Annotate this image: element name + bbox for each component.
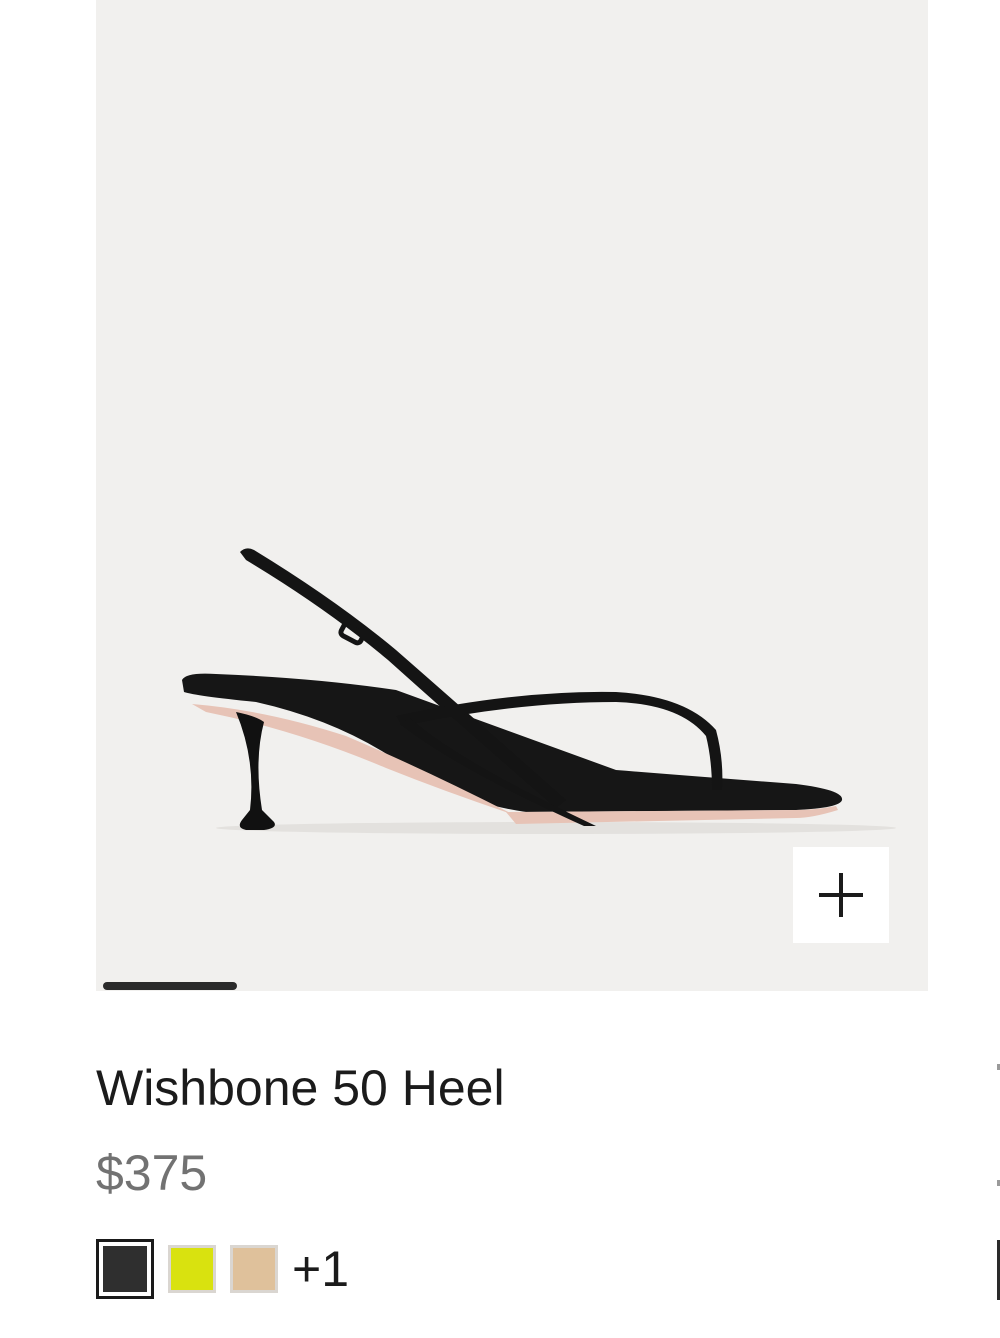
next-product-card-edge[interactable] bbox=[994, 1050, 1000, 1333]
product-image[interactable] bbox=[96, 0, 928, 991]
product-price: $375 bbox=[96, 1145, 208, 1201]
color-swatches: +1 bbox=[96, 1238, 349, 1300]
swatch-tan[interactable] bbox=[230, 1245, 278, 1293]
product-card[interactable]: Wishbone 50 Heel $375 +1 bbox=[96, 0, 928, 1333]
plus-icon bbox=[819, 873, 863, 917]
carousel-progress-fill bbox=[103, 982, 238, 990]
product-title[interactable]: Wishbone 50 Heel bbox=[96, 1056, 505, 1120]
carousel-progress bbox=[103, 981, 923, 991]
more-colors-link[interactable]: +1 bbox=[292, 1239, 349, 1299]
swatch-yellow[interactable] bbox=[168, 1245, 216, 1293]
product-image-area[interactable] bbox=[96, 0, 928, 991]
swatch-black[interactable] bbox=[96, 1239, 154, 1299]
zoom-button[interactable] bbox=[793, 847, 889, 943]
swatch-black-fill bbox=[103, 1246, 147, 1292]
